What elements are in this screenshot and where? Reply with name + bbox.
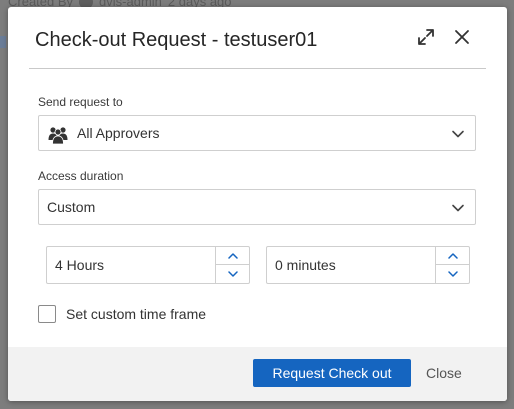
checkout-request-dialog: Check-out Request - testuser01 Send requ… [8,7,507,401]
close-button[interactable]: Close [426,359,462,387]
close-icon [455,30,469,44]
access-duration-select[interactable]: Custom [38,189,476,225]
hours-decrement-button[interactable] [216,265,249,283]
chevron-down-icon [452,204,464,212]
chevron-down-icon [452,130,464,138]
hours-stepper [46,246,250,284]
chevron-up-icon [227,252,238,259]
hours-stepper-buttons [215,247,249,283]
send-request-value: All Approvers [77,125,160,141]
chevron-up-icon [447,252,458,259]
chevron-down-icon [227,271,238,277]
custom-time-frame-label[interactable]: Set custom time frame [66,306,206,322]
people-group-icon [48,127,68,145]
minutes-stepper [266,246,470,284]
expand-button[interactable] [414,25,438,49]
minutes-stepper-buttons [435,247,469,283]
custom-time-frame-checkbox[interactable] [38,305,56,323]
minutes-decrement-button[interactable] [436,265,469,283]
access-duration-label: Access duration [38,169,124,183]
dialog-footer: Request Check out Close [8,347,507,401]
minutes-increment-button[interactable] [436,247,469,265]
backdrop-edge [0,36,6,48]
close-dialog-button[interactable] [450,25,474,49]
custom-time-frame-row: Set custom time frame [38,304,206,324]
access-duration-value: Custom [47,199,96,215]
minutes-input[interactable] [267,247,438,283]
send-request-label: Send request to [38,95,123,109]
request-check-out-button[interactable]: Request Check out [253,359,411,387]
hours-increment-button[interactable] [216,247,249,265]
dialog-title: Check-out Request - testuser01 [35,29,318,51]
hours-input[interactable] [47,247,218,283]
chevron-down-icon [447,271,458,277]
dialog-header: Check-out Request - testuser01 [29,7,486,69]
expand-icon [418,29,434,45]
send-request-select[interactable]: All Approvers [38,115,476,151]
